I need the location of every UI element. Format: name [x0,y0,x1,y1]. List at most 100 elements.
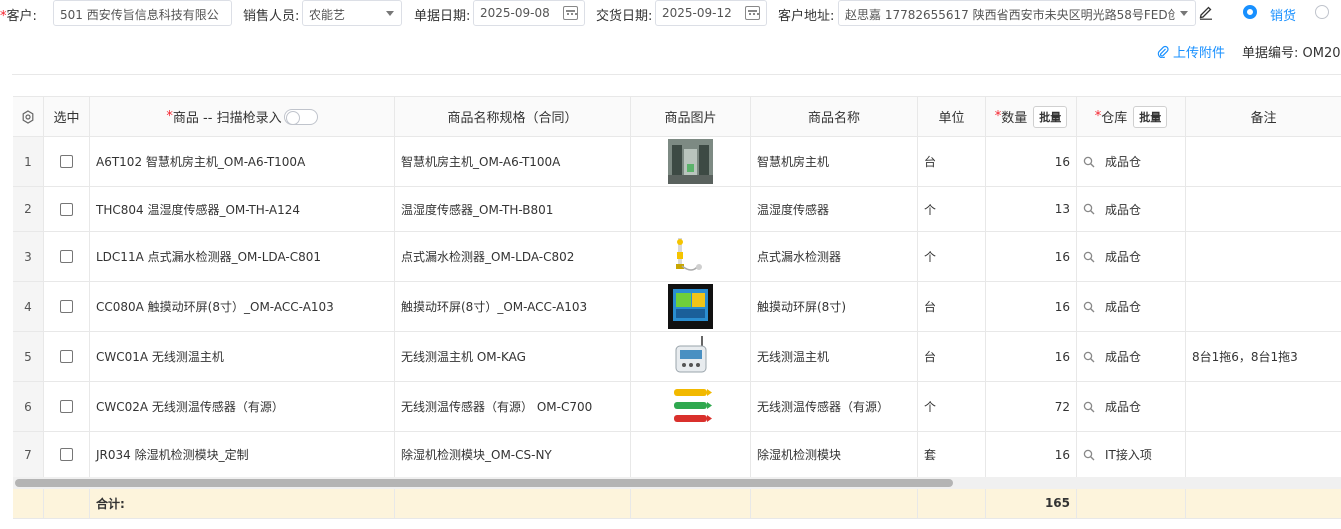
row-checkbox[interactable] [60,202,73,216]
qty-cell[interactable]: 13 [986,187,1077,231]
qty-cell[interactable]: 16 [986,282,1077,331]
address-value: 赵思嘉 17782655617 陕西省西安市未央区明光路58号FED创新 [845,8,1175,22]
qty-cell[interactable]: 72 [986,382,1077,431]
touch-screen-thumbnail[interactable] [668,284,713,329]
table-footer-row: 合计: 165 [13,488,1341,519]
table-row: 6 CWC02A 无线测温传感器（有源） 无线测温传感器（有源） OM-C700… [13,382,1341,432]
search-icon[interactable] [1083,401,1095,413]
doc-number: 单据编号: OM202 [1242,42,1341,61]
qty-cell[interactable]: 16 [986,332,1077,381]
spec-cell[interactable]: 点式漏水检测器_OM-LDA-C802 [395,232,631,281]
remark-cell[interactable] [1186,187,1341,231]
row-checkbox[interactable] [60,300,73,313]
bill-date-label: 单据日期: [414,9,471,24]
row-select-cell [44,382,90,431]
product-cell[interactable]: THC804 温湿度传感器_OM-TH-A124 [90,187,395,231]
temp-sensor-thumbnail[interactable] [668,384,713,429]
row-checkbox[interactable] [60,448,73,461]
qty-cell[interactable]: 16 [986,432,1077,477]
row-index: 6 [13,382,44,431]
name-cell: 温湿度传感器 [751,187,918,231]
product-cell[interactable]: A6T102 智慧机房主机_OM-A6-T100A [90,137,395,186]
remark-cell[interactable]: 8台1拖6，8台1拖3 [1186,332,1341,381]
delivery-date-picker[interactable]: 2025-09-12 [655,0,767,26]
sales-select[interactable]: 农能艺 [302,0,402,26]
row-checkbox[interactable] [60,155,73,168]
customer-field[interactable]: 501 西安传旨信息科技有限公 [53,0,232,26]
warehouse-cell[interactable]: 成品仓 [1077,232,1186,281]
search-icon[interactable] [1083,203,1095,215]
search-icon[interactable] [1083,156,1095,168]
row-checkbox[interactable] [60,250,73,263]
radio-sales-label[interactable]: 销货 [1270,5,1296,24]
wireless-host-thumbnail[interactable] [668,334,713,379]
warehouse-cell[interactable]: IT接入项 [1077,432,1186,477]
radio-sales[interactable] [1243,5,1257,19]
leak-detector-thumbnail[interactable] [668,234,713,279]
spec-cell[interactable]: 温湿度传感器_OM-TH-B801 [395,187,631,231]
chevron-down-icon [1180,11,1188,16]
search-icon[interactable] [1083,251,1095,263]
image-cell [631,382,751,431]
server-room-thumbnail[interactable] [668,139,713,184]
address-label: 客户地址: [778,9,835,24]
row-select-cell [44,282,90,331]
remark-cell[interactable] [1186,432,1341,477]
warehouse-cell[interactable]: 成品仓 [1077,332,1186,381]
warehouse-cell[interactable]: 成品仓 [1077,187,1186,231]
product-cell[interactable]: CC080A 触摸动环屏(8寸）_OM-ACC-A103 [90,282,395,331]
warehouse-cell[interactable]: 成品仓 [1077,137,1186,186]
row-select-cell [44,232,90,281]
chevron-down-icon [386,11,394,16]
address-select[interactable]: 赵思嘉 17782655617 陕西省西安市未央区明光路58号FED创新 [838,0,1196,26]
product-cell[interactable]: JR034 除湿机检测模块_定制 [90,432,395,477]
column-header-qty: * 数量 批量 [986,97,1077,136]
search-icon[interactable] [1083,449,1095,461]
horizontal-scrollbar-thumb[interactable] [15,479,953,487]
row-select-cell [44,187,90,231]
bill-date-picker[interactable]: 2025-09-08 [473,0,585,26]
footer-cell [13,488,44,518]
radio-return[interactable] [1315,5,1329,19]
search-icon[interactable] [1083,301,1095,313]
batch-qty-button[interactable]: 批量 [1033,105,1068,128]
qty-cell[interactable]: 16 [986,137,1077,186]
remark-cell[interactable] [1186,137,1341,186]
row-checkbox[interactable] [60,350,73,363]
unit-cell: 套 [918,432,986,477]
unit-cell: 个 [918,187,986,231]
qty-cell[interactable]: 16 [986,232,1077,281]
calendar-icon [563,6,578,20]
delivery-date-label: 交货日期: [596,9,653,24]
row-checkbox[interactable] [60,400,73,413]
spec-cell[interactable]: 触摸动环屏(8寸）_OM-ACC-A103 [395,282,631,331]
upload-attachment-button[interactable]: 上传附件 [1157,42,1225,61]
spec-cell[interactable]: 无线测温主机 OM-KAG [395,332,631,381]
name-cell: 触摸动环屏(8寸) [751,282,918,331]
spec-cell[interactable]: 除湿机检测模块_OM-CS-NY [395,432,631,477]
divider [12,74,1341,75]
product-cell[interactable]: CWC01A 无线测温主机 [90,332,395,381]
unit-cell: 个 [918,382,986,431]
spec-cell[interactable]: 无线测温传感器（有源） OM-C700 [395,382,631,431]
warehouse-value: 成品仓 [1105,250,1142,264]
remark-cell[interactable] [1186,282,1341,331]
scanner-toggle[interactable] [283,108,318,125]
column-header-select: 选中 [44,97,90,136]
remark-cell[interactable] [1186,382,1341,431]
search-icon[interactable] [1083,351,1095,363]
footer-cell [395,488,631,518]
batch-warehouse-button[interactable]: 批量 [1133,105,1168,128]
column-header-qty-label: 数量 [1001,111,1028,126]
column-header-product: * 商品 -- 扫描枪录入 [90,97,395,136]
spec-cell[interactable]: 智慧机房主机_OM-A6-T100A [395,137,631,186]
remark-cell[interactable] [1186,232,1341,281]
product-cell[interactable]: LDC11A 点式漏水检测器_OM-LDA-C801 [90,232,395,281]
row-index: 3 [13,232,44,281]
column-settings-button[interactable] [13,97,44,136]
warehouse-cell[interactable]: 成品仓 [1077,382,1186,431]
warehouse-cell[interactable]: 成品仓 [1077,282,1186,331]
footer-total-qty: 165 [986,488,1077,518]
product-cell[interactable]: CWC02A 无线测温传感器（有源） [90,382,395,431]
edit-icon[interactable] [1199,4,1213,20]
